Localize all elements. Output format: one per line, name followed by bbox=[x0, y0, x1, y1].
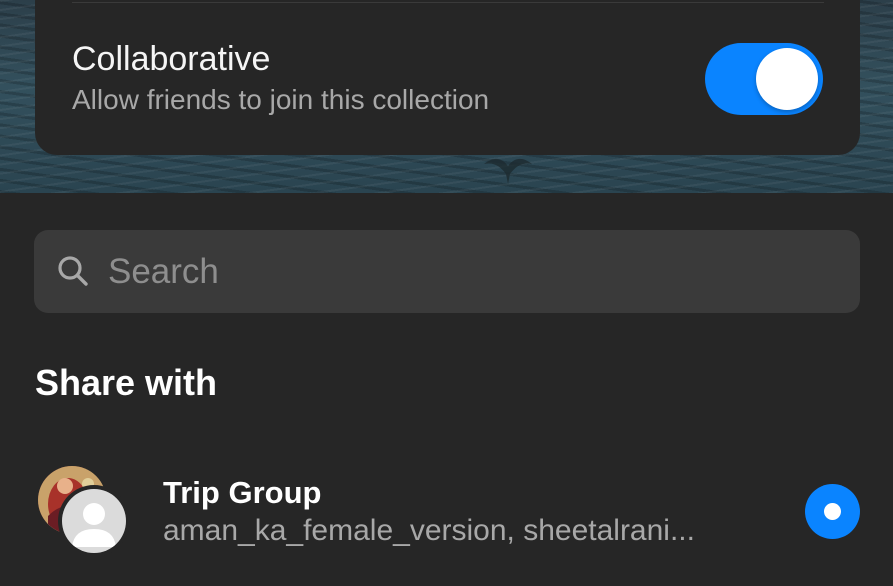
toggle-knob bbox=[756, 48, 818, 110]
person-icon bbox=[72, 503, 116, 547]
collaborative-title: Collaborative bbox=[72, 40, 271, 78]
search-input[interactable] bbox=[108, 249, 808, 295]
avatar bbox=[58, 485, 130, 557]
group-name: Trip Group bbox=[163, 475, 322, 510]
divider bbox=[72, 2, 824, 3]
group-members: aman_ka_female_version, sheetalrani... bbox=[163, 514, 695, 547]
share-with-heading: Share with bbox=[35, 362, 218, 403]
bird-silhouette-icon bbox=[484, 158, 532, 184]
select-radio-button[interactable] bbox=[805, 484, 860, 539]
radio-dot bbox=[824, 503, 841, 520]
collaborative-subtitle: Allow friends to join this collection bbox=[72, 84, 490, 115]
collaborative-toggle[interactable] bbox=[705, 43, 823, 115]
search-icon bbox=[58, 256, 88, 286]
